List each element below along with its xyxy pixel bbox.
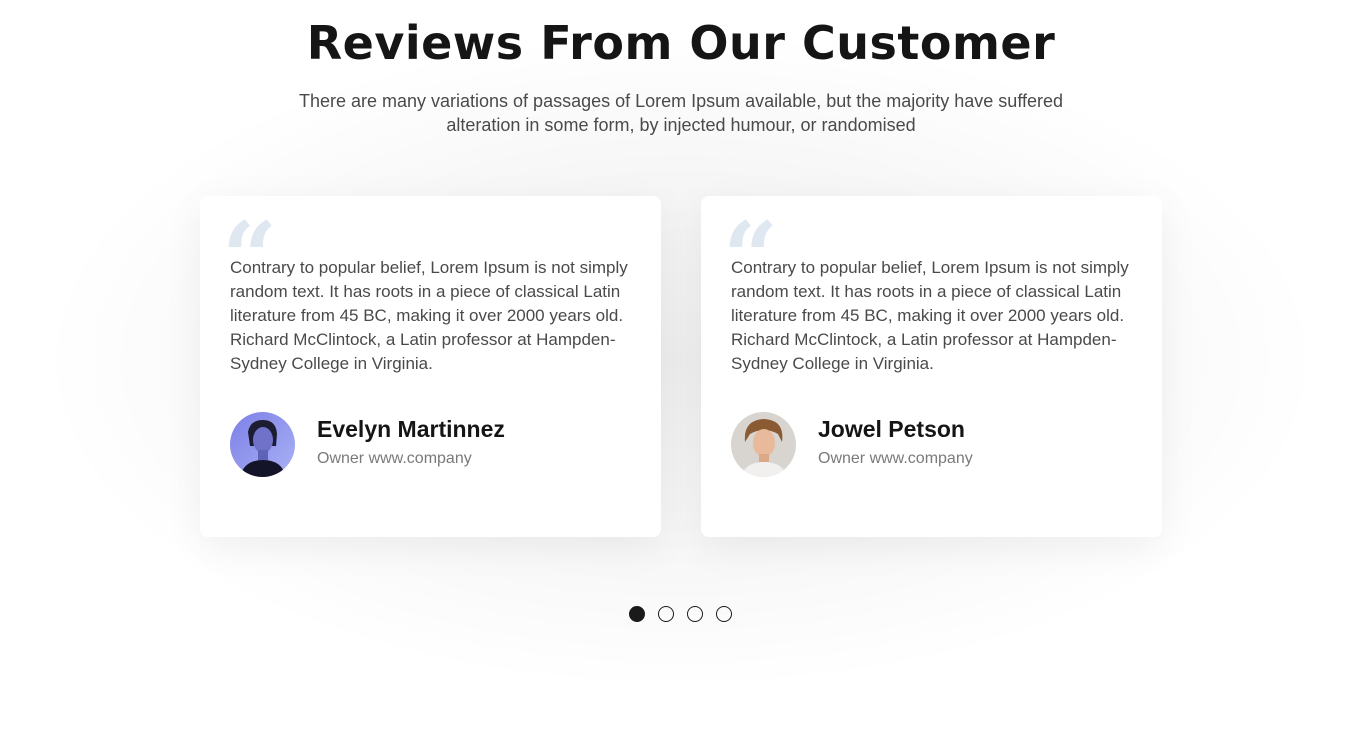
review-text: Contrary to popular belief, Lorem Ipsum … — [230, 258, 628, 373]
pagination-dot-4[interactable] — [716, 606, 732, 622]
pagination-dot-3[interactable] — [687, 606, 703, 622]
review-text: Contrary to popular belief, Lorem Ipsum … — [731, 258, 1129, 373]
review-card: “ Contrary to popular belief, Lorem Ipsu… — [200, 196, 661, 537]
reviews-section: Reviews From Our Customer There are many… — [0, 0, 1362, 741]
avatar — [230, 412, 295, 477]
reviewer-role: Owner www.company — [818, 450, 973, 467]
pagination-dot-1[interactable] — [629, 606, 645, 622]
section-title: Reviews From Our Customer — [306, 16, 1056, 70]
carousel-pagination — [629, 606, 732, 622]
reviewer-role: Owner www.company — [317, 450, 472, 467]
section-subtitle: There are many variations of passages of… — [298, 91, 1064, 135]
reviewer-name: Jowel Petson — [818, 416, 965, 442]
review-card: “ Contrary to popular belief, Lorem Ipsu… — [701, 196, 1162, 537]
pagination-dot-2[interactable] — [658, 606, 674, 622]
avatar — [731, 412, 796, 477]
reviewer-name: Evelyn Martinnez — [317, 416, 505, 442]
